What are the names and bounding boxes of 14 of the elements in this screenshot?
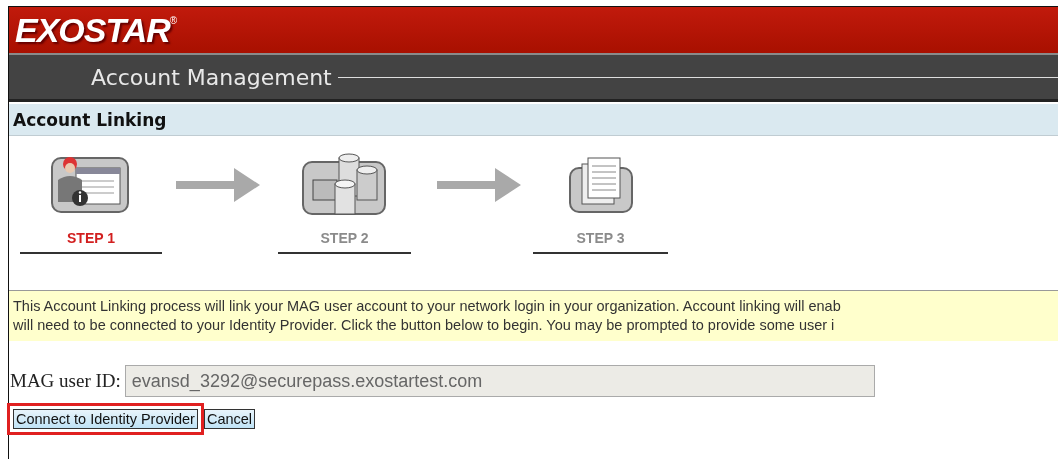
notice-text: will need to be connected to your Identity Provider. Click the button below to begin. You may be prompted to provide some user i	[13, 316, 835, 335]
step-label: STEP 2	[278, 230, 411, 254]
step-label: STEP 3	[533, 230, 668, 254]
page-heading: Account Management	[91, 64, 332, 90]
registered-mark: ®	[169, 15, 178, 26]
cancel-button[interactable]: Cancel	[203, 409, 256, 429]
step-label: STEP 1	[20, 230, 162, 254]
section-title: Account Linking	[9, 104, 1058, 136]
notice-text: This Account Linking process will link your MAG user account to your network login in your organization. Account linking will enab	[13, 297, 841, 316]
logo: EXOSTAR	[15, 10, 170, 50]
person-screen-icon	[50, 154, 132, 216]
field-label: MAG user ID:	[10, 370, 121, 392]
arrow-icon	[176, 166, 260, 204]
arrow-icon	[437, 166, 521, 204]
